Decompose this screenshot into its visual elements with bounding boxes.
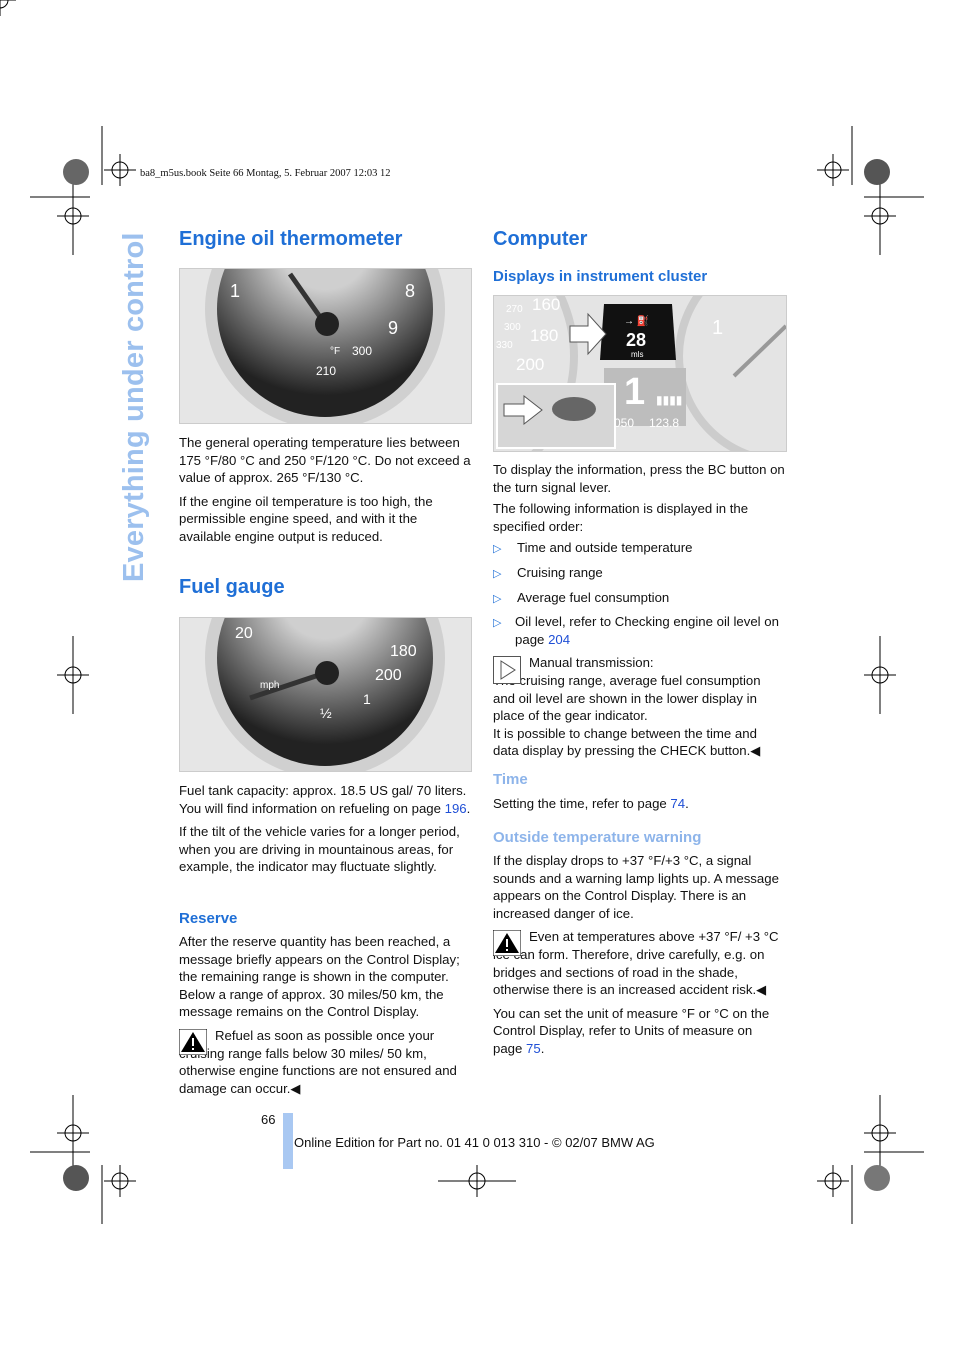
oil-gauge-image: 1 8 9 300 210 °F	[179, 189, 472, 429]
time-paragraph: Setting the time, refer to page 74.	[493, 796, 689, 811]
manual-page: { "header":{"print_info":"ba8_m5us.book …	[0, 0, 954, 1351]
svg-text:180: 180	[530, 326, 558, 345]
bullet-triangle-icon: ▷	[493, 567, 502, 580]
svg-text:1: 1	[230, 281, 240, 301]
svg-text:20: 20	[235, 625, 253, 642]
list-item: ▷ Oil level, refer to Checking engine oil…	[493, 614, 779, 647]
reserve-paragraph: After the reserve quantity has been reac…	[179, 934, 460, 1020]
oil-paragraph-2: If the engine oil temperature is too hig…	[179, 493, 433, 544]
list-item: ▷ Cruising range	[493, 564, 785, 584]
ice-warning: Even at temperatures above +37 °F/ +3 °C…	[493, 929, 779, 998]
page-link-75[interactable]: 75	[526, 1041, 541, 1056]
side-tab: Everything under control	[118, 232, 150, 582]
list-item: ▷ Average fuel consumption	[493, 589, 785, 609]
time-title: Time	[493, 771, 528, 788]
warning-icon	[179, 1028, 207, 1055]
bullet-triangle-icon: ▷	[493, 592, 502, 605]
bullet-triangle-icon: ▷	[493, 543, 502, 556]
edition-text: Online Edition for Part no. 01 41 0 013 …	[294, 1135, 655, 1150]
svg-text:050: 050	[614, 416, 634, 430]
svg-text:8: 8	[405, 281, 415, 301]
svg-text:330: 330	[496, 340, 513, 351]
reserve-title: Reserve	[179, 910, 238, 927]
bullet-triangle-icon: ▷	[493, 617, 502, 630]
instrument-cluster-image: 160 270 180 300 200 330 → ⛽ 28 mls 1 ▮▮▮▮ 0…	[290, 212, 893, 500]
svg-text:→ ⛽: → ⛽	[624, 314, 649, 327]
list-item: ▷ Time and outside temperature	[493, 539, 785, 559]
fuel-gauge-image: 20 180 200 mph ½ 1	[179, 538, 472, 778]
fuel-gauge-title: Fuel gauge	[179, 576, 285, 598]
page-link-204[interactable]: 204	[548, 632, 570, 647]
fuel-paragraph-2: If the tilt of the vehicle varies for a …	[179, 824, 460, 875]
print-info: ba8_m5us.book Seite 66 Montag, 5. Februa…	[140, 168, 391, 179]
svg-text:300: 300	[504, 322, 521, 333]
warning-icon	[493, 930, 521, 957]
svg-text:210: 210	[316, 364, 336, 378]
svg-text:½: ½	[320, 705, 332, 721]
page-link-196[interactable]: 196	[445, 801, 467, 816]
svg-text:200: 200	[516, 355, 544, 374]
temp-paragraph-2: You can set the unit of measure °F or °C…	[493, 1005, 770, 1056]
svg-text:28: 28	[626, 330, 646, 350]
footer-bar	[283, 1113, 293, 1169]
svg-text:°F: °F	[330, 346, 340, 357]
check-button-note: It is possible to change between the tim…	[493, 725, 761, 759]
svg-text:1: 1	[363, 691, 371, 707]
svg-text:1: 1	[712, 317, 723, 339]
svg-text:200: 200	[375, 667, 402, 684]
temp-warning-title: Outside temperature warning	[493, 829, 702, 846]
svg-text:270: 270	[506, 304, 523, 315]
computer-title: Computer	[493, 228, 588, 250]
fuel-paragraph-1: Fuel tank capacity: approx. 18.5 US gal/…	[179, 783, 471, 816]
svg-text:mls: mls	[631, 350, 643, 359]
displays-paragraph-2: The following information is displayed i…	[493, 501, 749, 534]
displays-paragraph-1: To display the information, press the BC…	[493, 462, 785, 495]
oil-paragraph-1: The general operating temperature lies b…	[179, 435, 471, 486]
temp-paragraph-1: If the display drops to +37 °F/+3 °C, a …	[493, 853, 779, 921]
engine-oil-title: Engine oil thermometer	[179, 228, 403, 250]
svg-text:1: 1	[624, 371, 645, 413]
svg-text:180: 180	[390, 643, 417, 660]
reserve-warning: Refuel as soon as possible once your cru…	[179, 1027, 457, 1096]
svg-text:9: 9	[388, 318, 398, 338]
displays-title: Displays in instrument cluster	[493, 268, 708, 285]
svg-text:300: 300	[352, 344, 372, 358]
svg-text:160: 160	[532, 296, 560, 314]
svg-text:123.8: 123.8	[649, 416, 679, 430]
manual-transmission-note: Manual transmission: The cruising range, …	[493, 655, 761, 724]
page-number: 66	[261, 1112, 276, 1127]
svg-text:▮▮▮▮: ▮▮▮▮	[656, 393, 682, 407]
note-triangle-icon	[493, 656, 521, 685]
page-link-74[interactable]: 74	[670, 796, 685, 811]
svg-text:mph: mph	[260, 680, 279, 691]
